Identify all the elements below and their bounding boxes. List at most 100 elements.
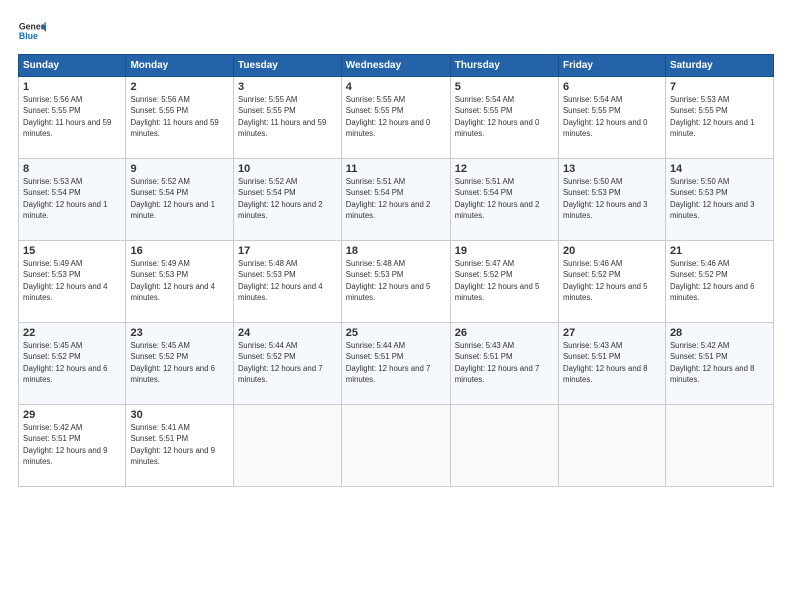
day-number: 10 xyxy=(238,163,337,175)
calendar-header-saturday: Saturday xyxy=(665,55,773,77)
day-number: 1 xyxy=(23,81,121,93)
calendar-week-row: 15 Sunrise: 5:49 AMSunset: 5:53 PMDaylig… xyxy=(19,241,774,323)
calendar-cell: 16 Sunrise: 5:49 AMSunset: 5:53 PMDaylig… xyxy=(126,241,234,323)
calendar-cell: 6 Sunrise: 5:54 AMSunset: 5:55 PMDayligh… xyxy=(558,77,665,159)
day-info: Sunrise: 5:45 AMSunset: 5:52 PMDaylight:… xyxy=(23,340,121,385)
calendar-cell xyxy=(234,405,342,487)
day-number: 12 xyxy=(455,163,554,175)
calendar-cell: 9 Sunrise: 5:52 AMSunset: 5:54 PMDayligh… xyxy=(126,159,234,241)
page: General Blue SundayMondayTuesdayWednesda… xyxy=(0,0,792,612)
day-number: 23 xyxy=(130,327,229,339)
day-number: 17 xyxy=(238,245,337,257)
calendar-cell: 27 Sunrise: 5:43 AMSunset: 5:51 PMDaylig… xyxy=(558,323,665,405)
header: General Blue xyxy=(18,18,774,46)
day-info: Sunrise: 5:44 AMSunset: 5:52 PMDaylight:… xyxy=(238,340,337,385)
calendar-cell: 12 Sunrise: 5:51 AMSunset: 5:54 PMDaylig… xyxy=(450,159,558,241)
calendar-cell xyxy=(450,405,558,487)
calendar-cell: 24 Sunrise: 5:44 AMSunset: 5:52 PMDaylig… xyxy=(234,323,342,405)
day-number: 28 xyxy=(670,327,769,339)
day-info: Sunrise: 5:53 AMSunset: 5:54 PMDaylight:… xyxy=(23,176,121,221)
calendar-cell: 30 Sunrise: 5:41 AMSunset: 5:51 PMDaylig… xyxy=(126,405,234,487)
calendar-cell: 7 Sunrise: 5:53 AMSunset: 5:55 PMDayligh… xyxy=(665,77,773,159)
calendar-cell: 11 Sunrise: 5:51 AMSunset: 5:54 PMDaylig… xyxy=(341,159,450,241)
calendar-cell: 10 Sunrise: 5:52 AMSunset: 5:54 PMDaylig… xyxy=(234,159,342,241)
day-info: Sunrise: 5:43 AMSunset: 5:51 PMDaylight:… xyxy=(455,340,554,385)
calendar-cell xyxy=(558,405,665,487)
day-info: Sunrise: 5:56 AMSunset: 5:55 PMDaylight:… xyxy=(23,94,121,139)
calendar-header-thursday: Thursday xyxy=(450,55,558,77)
day-info: Sunrise: 5:50 AMSunset: 5:53 PMDaylight:… xyxy=(670,176,769,221)
day-info: Sunrise: 5:49 AMSunset: 5:53 PMDaylight:… xyxy=(130,258,229,303)
day-info: Sunrise: 5:51 AMSunset: 5:54 PMDaylight:… xyxy=(346,176,446,221)
calendar-cell xyxy=(341,405,450,487)
day-number: 20 xyxy=(563,245,661,257)
day-info: Sunrise: 5:52 AMSunset: 5:54 PMDaylight:… xyxy=(130,176,229,221)
calendar-cell: 29 Sunrise: 5:42 AMSunset: 5:51 PMDaylig… xyxy=(19,405,126,487)
day-number: 8 xyxy=(23,163,121,175)
calendar-cell: 17 Sunrise: 5:48 AMSunset: 5:53 PMDaylig… xyxy=(234,241,342,323)
day-info: Sunrise: 5:43 AMSunset: 5:51 PMDaylight:… xyxy=(563,340,661,385)
day-number: 25 xyxy=(346,327,446,339)
calendar-cell: 25 Sunrise: 5:44 AMSunset: 5:51 PMDaylig… xyxy=(341,323,450,405)
day-number: 30 xyxy=(130,409,229,421)
calendar-header-sunday: Sunday xyxy=(19,55,126,77)
day-number: 4 xyxy=(346,81,446,93)
day-number: 7 xyxy=(670,81,769,93)
calendar-cell: 1 Sunrise: 5:56 AMSunset: 5:55 PMDayligh… xyxy=(19,77,126,159)
day-number: 6 xyxy=(563,81,661,93)
logo: General Blue xyxy=(18,18,50,46)
day-info: Sunrise: 5:42 AMSunset: 5:51 PMDaylight:… xyxy=(23,422,121,467)
calendar-cell: 15 Sunrise: 5:49 AMSunset: 5:53 PMDaylig… xyxy=(19,241,126,323)
calendar-header-friday: Friday xyxy=(558,55,665,77)
day-number: 11 xyxy=(346,163,446,175)
logo-icon: General Blue xyxy=(18,18,46,46)
day-info: Sunrise: 5:55 AMSunset: 5:55 PMDaylight:… xyxy=(346,94,446,139)
day-info: Sunrise: 5:48 AMSunset: 5:53 PMDaylight:… xyxy=(346,258,446,303)
day-info: Sunrise: 5:48 AMSunset: 5:53 PMDaylight:… xyxy=(238,258,337,303)
calendar-cell: 4 Sunrise: 5:55 AMSunset: 5:55 PMDayligh… xyxy=(341,77,450,159)
day-info: Sunrise: 5:55 AMSunset: 5:55 PMDaylight:… xyxy=(238,94,337,139)
calendar-week-row: 8 Sunrise: 5:53 AMSunset: 5:54 PMDayligh… xyxy=(19,159,774,241)
day-number: 15 xyxy=(23,245,121,257)
calendar-cell: 18 Sunrise: 5:48 AMSunset: 5:53 PMDaylig… xyxy=(341,241,450,323)
day-info: Sunrise: 5:53 AMSunset: 5:55 PMDaylight:… xyxy=(670,94,769,139)
day-number: 22 xyxy=(23,327,121,339)
day-number: 29 xyxy=(23,409,121,421)
day-info: Sunrise: 5:49 AMSunset: 5:53 PMDaylight:… xyxy=(23,258,121,303)
day-number: 26 xyxy=(455,327,554,339)
day-number: 5 xyxy=(455,81,554,93)
day-number: 13 xyxy=(563,163,661,175)
calendar-header-monday: Monday xyxy=(126,55,234,77)
day-info: Sunrise: 5:50 AMSunset: 5:53 PMDaylight:… xyxy=(563,176,661,221)
calendar-cell: 14 Sunrise: 5:50 AMSunset: 5:53 PMDaylig… xyxy=(665,159,773,241)
day-info: Sunrise: 5:46 AMSunset: 5:52 PMDaylight:… xyxy=(670,258,769,303)
calendar-cell: 2 Sunrise: 5:56 AMSunset: 5:55 PMDayligh… xyxy=(126,77,234,159)
calendar-cell xyxy=(665,405,773,487)
calendar-cell: 28 Sunrise: 5:42 AMSunset: 5:51 PMDaylig… xyxy=(665,323,773,405)
day-number: 18 xyxy=(346,245,446,257)
day-number: 14 xyxy=(670,163,769,175)
day-number: 19 xyxy=(455,245,554,257)
calendar-cell: 13 Sunrise: 5:50 AMSunset: 5:53 PMDaylig… xyxy=(558,159,665,241)
day-info: Sunrise: 5:47 AMSunset: 5:52 PMDaylight:… xyxy=(455,258,554,303)
calendar-header-tuesday: Tuesday xyxy=(234,55,342,77)
day-info: Sunrise: 5:46 AMSunset: 5:52 PMDaylight:… xyxy=(563,258,661,303)
day-number: 16 xyxy=(130,245,229,257)
day-info: Sunrise: 5:56 AMSunset: 5:55 PMDaylight:… xyxy=(130,94,229,139)
day-info: Sunrise: 5:45 AMSunset: 5:52 PMDaylight:… xyxy=(130,340,229,385)
day-info: Sunrise: 5:54 AMSunset: 5:55 PMDaylight:… xyxy=(563,94,661,139)
day-number: 3 xyxy=(238,81,337,93)
day-number: 9 xyxy=(130,163,229,175)
calendar-cell: 5 Sunrise: 5:54 AMSunset: 5:55 PMDayligh… xyxy=(450,77,558,159)
calendar-cell: 19 Sunrise: 5:47 AMSunset: 5:52 PMDaylig… xyxy=(450,241,558,323)
calendar-header-wednesday: Wednesday xyxy=(341,55,450,77)
calendar-week-row: 29 Sunrise: 5:42 AMSunset: 5:51 PMDaylig… xyxy=(19,405,774,487)
calendar-cell: 20 Sunrise: 5:46 AMSunset: 5:52 PMDaylig… xyxy=(558,241,665,323)
calendar-cell: 23 Sunrise: 5:45 AMSunset: 5:52 PMDaylig… xyxy=(126,323,234,405)
day-number: 27 xyxy=(563,327,661,339)
calendar-cell: 22 Sunrise: 5:45 AMSunset: 5:52 PMDaylig… xyxy=(19,323,126,405)
calendar-week-row: 1 Sunrise: 5:56 AMSunset: 5:55 PMDayligh… xyxy=(19,77,774,159)
svg-text:General: General xyxy=(19,21,46,31)
day-info: Sunrise: 5:42 AMSunset: 5:51 PMDaylight:… xyxy=(670,340,769,385)
day-number: 2 xyxy=(130,81,229,93)
